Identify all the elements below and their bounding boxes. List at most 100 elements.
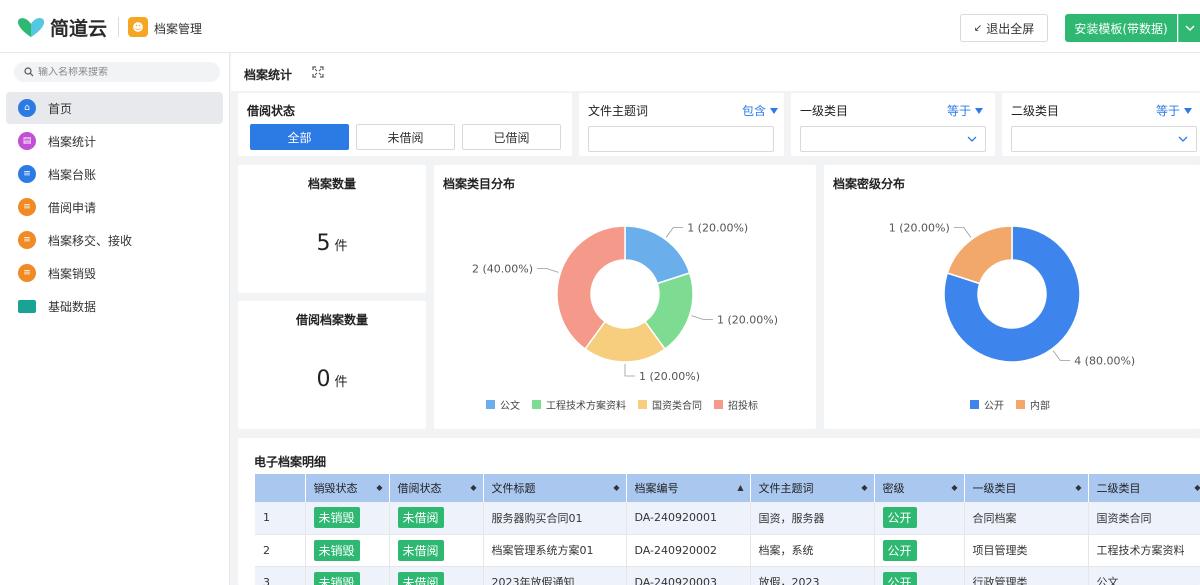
sort-icon[interactable]: ◆ <box>951 483 957 492</box>
data-label: 1 (20.00%) <box>717 313 778 326</box>
table-cell: 未销毁 <box>305 502 390 535</box>
column-header-label: 文件主题词 <box>758 482 814 495</box>
sort-icon[interactable]: ◆ <box>1075 483 1081 492</box>
table-cell: 未借阅 <box>389 502 484 535</box>
column-header[interactable]: 销毁状态 ◆ <box>305 474 390 502</box>
segment-all[interactable]: 全部 <box>250 124 349 150</box>
chart-legend: 公文 工程技术方案资料 国资类合同 招投标 <box>486 397 758 412</box>
column-header[interactable]: 借阅状态 ◆ <box>389 474 484 502</box>
column-header[interactable]: 二级类目 ◆ <box>1088 474 1200 502</box>
legend-item[interactable]: 工程技术方案资料 <box>532 397 626 412</box>
document-icon: ≡ <box>18 231 36 249</box>
data-label: 2 (40.00%) <box>472 263 533 276</box>
cell-text: DA-240920003 <box>634 575 718 585</box>
operator-dropdown[interactable]: 等于 <box>1156 102 1192 119</box>
category-chart-card: 档案类目分布 1 (20.00%) 1 (20.00%) 1 (20.00%) 2 (… <box>434 165 816 429</box>
sidebar-item[interactable]: 基础数据 <box>6 290 223 322</box>
sidebar-item[interactable]: ⌂ 首页 <box>6 92 223 124</box>
column-header[interactable]: 文件主题词 ◆ <box>750 474 875 502</box>
column-header[interactable]: 文件标题 ◆ <box>483 474 627 502</box>
chevron-down-icon <box>1184 25 1195 31</box>
donut-slice[interactable] <box>946 225 1013 285</box>
segment-borrowed[interactable]: 已借阅 <box>462 124 561 150</box>
table-cell: 未借阅 <box>389 566 484 585</box>
legend-item[interactable]: 招投标 <box>714 397 758 412</box>
table-cell: 国资类合同 <box>1088 502 1200 535</box>
sort-asc-icon[interactable]: ▲ <box>737 483 743 492</box>
segment-not-borrowed[interactable]: 未借阅 <box>356 124 455 150</box>
operator-dropdown[interactable]: 等于 <box>947 102 983 119</box>
app-name: 档案管理 <box>154 22 203 36</box>
keyword-input[interactable] <box>588 126 774 152</box>
sidebar-item-label: 档案统计 <box>48 134 97 149</box>
cell-text: 档案，系统 <box>758 544 814 557</box>
label-leader-line <box>537 268 559 273</box>
borrowed-count-card: 借阅档案数量 0件 <box>238 301 426 429</box>
table-cell: 合同档案 <box>964 502 1089 535</box>
table-row[interactable]: 2 未销毁 未借阅 档案管理系统方案01 DA-240920002 档案，系统 公开 项目管理… <box>255 534 1200 567</box>
legend-item[interactable]: 国资类合同 <box>638 397 702 412</box>
logo[interactable]: 简道云 <box>16 14 107 40</box>
legend-item[interactable]: 公开 <box>970 397 1004 412</box>
status-badge: 未销毁 <box>313 571 360 585</box>
sidebar-item-label: 首页 <box>48 101 73 116</box>
sort-icon[interactable]: ◆ <box>376 483 382 492</box>
legend-item[interactable]: 公文 <box>486 397 520 412</box>
legend-label: 招投标 <box>728 401 758 412</box>
sidebar-item[interactable]: ≡ 档案台账 <box>6 158 223 190</box>
operator-label: 包含 <box>741 104 766 118</box>
table-cell: DA-240920002 <box>626 534 751 567</box>
status-badge: 未借阅 <box>397 571 444 585</box>
install-template-button[interactable]: 安装模板(带数据) <box>1065 14 1177 42</box>
column-header[interactable]: 一级类目 ◆ <box>964 474 1089 502</box>
sort-icon[interactable]: ◆ <box>1194 483 1200 492</box>
sidebar-item[interactable]: ≡ 档案销毁 <box>6 257 223 289</box>
exit-fullscreen-button[interactable]: ↙ 退出全屏 <box>960 14 1048 42</box>
legend-label: 工程技术方案资料 <box>546 401 626 412</box>
legend-item[interactable]: 内部 <box>1016 397 1050 412</box>
table-cell: 放假，2023 <box>750 566 875 585</box>
sort-icon[interactable]: ◆ <box>613 483 619 492</box>
status-badge: 未销毁 <box>313 539 360 561</box>
install-dropdown-button[interactable] <box>1178 14 1200 42</box>
stat-number: 0 <box>316 367 331 392</box>
sidebar-item[interactable]: ≡ 借阅申请 <box>6 191 223 223</box>
legend-swatch <box>532 400 541 409</box>
donut-slice[interactable] <box>624 225 691 285</box>
column-header[interactable]: 密级 ◆ <box>874 474 965 502</box>
operator-dropdown[interactable]: 包含 <box>742 102 778 119</box>
sidebar-search[interactable] <box>14 62 220 82</box>
sort-icon[interactable]: ◆ <box>861 483 867 492</box>
cell-text: 放假，2023 <box>758 576 820 585</box>
main-content: 档案统计 借阅状态 全部 未借阅 已借阅 文件主题词 包含 一级类目 等于 二级… <box>231 53 1200 585</box>
table-cell: DA-240920001 <box>626 502 751 535</box>
label-leader-line <box>691 315 713 320</box>
table-cell: DA-240920003 <box>626 566 751 585</box>
table-row[interactable]: 1 未销毁 未借阅 服务器购买合同01 DA-240920001 国资，服务器 公开 合同档案… <box>255 502 1200 535</box>
column-header[interactable]: 档案编号 ▲ <box>626 474 751 502</box>
table-cell: 公开 <box>874 566 965 585</box>
status-badge: 未借阅 <box>397 507 444 529</box>
stat-unit: 件 <box>334 375 348 390</box>
legend-label: 公文 <box>500 401 520 412</box>
sidebar-item[interactable]: ▤ 档案统计 <box>6 125 223 157</box>
column-header <box>255 474 306 502</box>
document-icon: ≡ <box>18 165 36 183</box>
legend-swatch <box>970 400 979 409</box>
sidebar-item[interactable]: ≡ 档案移交、接收 <box>6 224 223 256</box>
legend-label: 公开 <box>984 401 1004 412</box>
chevron-down-icon <box>1178 136 1188 142</box>
filter-title: 借阅状态 <box>247 104 296 118</box>
column-header-label: 销毁状态 <box>313 482 358 495</box>
column-header-label: 档案编号 <box>634 482 679 495</box>
archive-count-card: 档案数量 5件 <box>238 165 426 293</box>
cell-text: DA-240920001 <box>634 511 718 525</box>
fullscreen-icon[interactable] <box>311 65 325 79</box>
level2-select[interactable] <box>1011 126 1197 152</box>
operator-label: 等于 <box>1155 104 1180 118</box>
table-row[interactable]: 3 未销毁 未借阅 2023年放假通知 DA-240920003 放假，2023 公开 行政管… <box>255 566 1200 585</box>
search-input[interactable] <box>38 66 208 78</box>
level1-select[interactable] <box>800 126 986 152</box>
sort-icon[interactable]: ◆ <box>470 483 476 492</box>
chart-icon: ▤ <box>18 132 36 150</box>
